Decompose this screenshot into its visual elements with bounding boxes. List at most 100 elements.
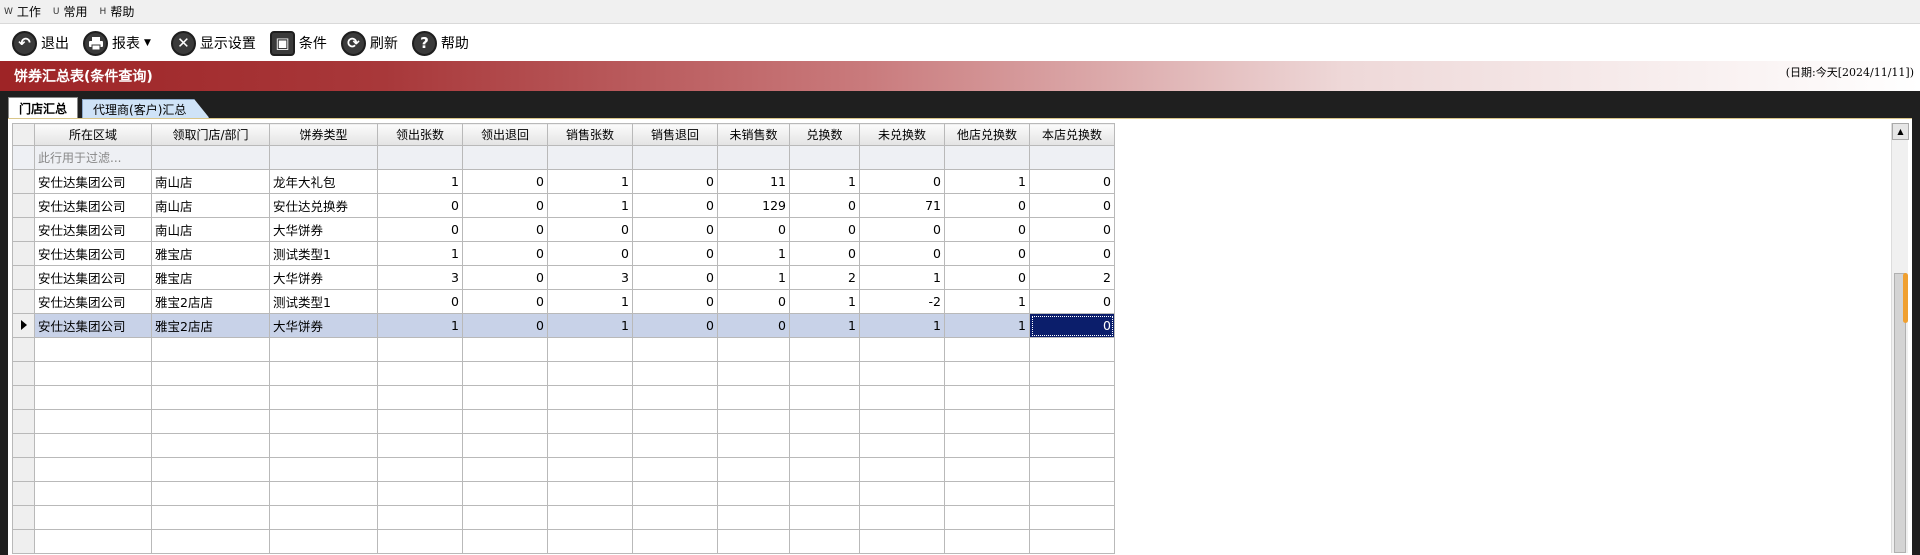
table-cell[interactable]: 0 (462, 289, 548, 314)
column-header[interactable]: 他店兑换数 (944, 123, 1030, 146)
row-header[interactable] (12, 169, 35, 194)
table-cell[interactable]: 2 (789, 265, 860, 290)
tab-store-summary[interactable]: 门店汇总 (8, 97, 79, 118)
table-cell[interactable]: 1 (859, 265, 945, 290)
table-cell[interactable]: 大华饼券 (269, 313, 378, 338)
table-cell[interactable]: 1 (859, 313, 945, 338)
table-row[interactable]: 安仕达集团公司 雅宝店 大华饼券 3 0 3 0 1 2 1 0 2 (12, 265, 1115, 290)
table-cell[interactable]: 南山店 (151, 217, 270, 242)
table-row[interactable]: 安仕达集团公司 南山店 安仕达兑换券 0 0 1 0 129 0 71 0 0 (12, 193, 1115, 218)
table-cell[interactable]: 0 (547, 241, 633, 266)
table-cell[interactable]: 0 (789, 241, 860, 266)
filter-input[interactable] (789, 145, 860, 170)
column-header[interactable]: 销售张数 (547, 123, 633, 146)
table-cell[interactable]: 0 (462, 313, 548, 338)
filter-input[interactable] (547, 145, 633, 170)
table-cell[interactable]: 11 (717, 169, 790, 194)
column-header[interactable]: 未兑换数 (859, 123, 945, 146)
row-header[interactable] (12, 265, 35, 290)
filter-input[interactable] (717, 145, 790, 170)
table-cell[interactable]: 1 (717, 241, 790, 266)
table-cell[interactable]: 0 (632, 265, 718, 290)
table-cell[interactable]: 安仕达集团公司 (34, 289, 152, 314)
table-cell[interactable]: 1 (789, 289, 860, 314)
menu-common[interactable]: U 常用 (53, 3, 88, 20)
table-cell[interactable]: 0 (717, 313, 790, 338)
table-cell[interactable]: 南山店 (151, 193, 270, 218)
column-header[interactable]: 领出张数 (377, 123, 463, 146)
table-cell[interactable]: 0 (547, 217, 633, 242)
table-cell[interactable]: 0 (1029, 193, 1115, 218)
refresh-button[interactable]: ⟳ 刷新 (340, 28, 398, 58)
report-button[interactable]: 报表 ▼ (83, 28, 157, 58)
table-row[interactable]: 安仕达集团公司 雅宝2店店 测试类型1 0 0 1 0 0 1 -2 1 0 (12, 289, 1115, 314)
help-button[interactable]: ? 帮助 (411, 28, 469, 58)
row-header[interactable] (12, 217, 35, 242)
table-cell[interactable]: 0 (1029, 241, 1115, 266)
column-header[interactable]: 饼券类型 (269, 123, 378, 146)
table-cell[interactable]: 雅宝2店店 (151, 313, 270, 338)
table-cell[interactable]: 0 (944, 193, 1030, 218)
table-cell[interactable]: 南山店 (151, 169, 270, 194)
column-header[interactable]: 本店兑换数 (1029, 123, 1115, 146)
table-cell[interactable]: 0 (632, 289, 718, 314)
table-cell[interactable]: 3 (547, 265, 633, 290)
table-cell[interactable]: 0 (859, 217, 945, 242)
table-cell[interactable]: 0 (462, 169, 548, 194)
table-cell[interactable]: 1 (944, 169, 1030, 194)
table-cell[interactable]: 1 (547, 289, 633, 314)
column-header[interactable]: 兑换数 (789, 123, 860, 146)
filter-input[interactable] (151, 145, 270, 170)
filter-input[interactable] (462, 145, 548, 170)
menu-help[interactable]: H 帮助 (100, 3, 135, 20)
table-cell[interactable]: 1 (377, 169, 463, 194)
column-header[interactable]: 销售退回 (632, 123, 718, 146)
table-cell[interactable]: -2 (859, 289, 945, 314)
table-cell[interactable]: 0 (944, 241, 1030, 266)
table-cell[interactable]: 0 (632, 217, 718, 242)
table-cell[interactable]: 0 (944, 265, 1030, 290)
table-cell[interactable]: 0 (632, 193, 718, 218)
table-cell[interactable]: 0 (1029, 217, 1115, 242)
scroll-up-icon[interactable]: ▲ (1892, 123, 1909, 140)
table-cell[interactable]: 0 (944, 217, 1030, 242)
column-header[interactable]: 领出退回 (462, 123, 548, 146)
table-row[interactable]: 安仕达集团公司 南山店 大华饼券 0 0 0 0 0 0 0 0 0 (12, 217, 1115, 242)
table-cell[interactable]: 0 (377, 193, 463, 218)
table-cell[interactable]: 0 (789, 217, 860, 242)
chevron-down-icon[interactable]: ▼ (144, 38, 151, 48)
table-cell[interactable]: 测试类型1 (269, 289, 378, 314)
filter-input[interactable] (632, 145, 718, 170)
conditions-button[interactable]: ▣ 条件 (269, 28, 327, 58)
table-cell[interactable]: 1 (944, 289, 1030, 314)
table-cell[interactable]: 3 (377, 265, 463, 290)
table-cell[interactable]: 龙年大礼包 (269, 169, 378, 194)
filter-input[interactable] (944, 145, 1030, 170)
filter-input[interactable]: 此行用于过滤... (34, 145, 152, 170)
table-row[interactable]: 安仕达集团公司 雅宝店 测试类型1 1 0 0 0 1 0 0 0 0 (12, 241, 1115, 266)
table-cell[interactable]: 1 (377, 241, 463, 266)
table-cell[interactable]: 0 (1029, 289, 1115, 314)
table-cell[interactable]: 0 (717, 217, 790, 242)
filter-input[interactable] (377, 145, 463, 170)
table-cell[interactable]: 大华饼券 (269, 217, 378, 242)
column-header[interactable]: 未销售数 (717, 123, 790, 146)
table-cell[interactable]: 71 (859, 193, 945, 218)
filter-input[interactable] (1029, 145, 1115, 170)
table-cell[interactable]: 1 (547, 193, 633, 218)
table-cell[interactable]: 雅宝2店店 (151, 289, 270, 314)
table-cell[interactable]: 0 (632, 241, 718, 266)
row-header[interactable] (12, 289, 35, 314)
row-header[interactable] (12, 241, 35, 266)
table-cell[interactable]: 大华饼券 (269, 265, 378, 290)
table-row[interactable]: 安仕达集团公司 雅宝2店店 大华饼券 1 0 1 0 0 1 1 1 0 (12, 313, 1115, 338)
table-cell[interactable]: 安仕达集团公司 (34, 217, 152, 242)
table-cell[interactable]: 测试类型1 (269, 241, 378, 266)
table-cell[interactable]: 1 (789, 169, 860, 194)
column-header[interactable]: 领取门店/部门 (151, 123, 270, 146)
table-cell[interactable]: 安仕达集团公司 (34, 265, 152, 290)
vertical-scrollbar[interactable]: ▲ (1891, 123, 1909, 553)
column-header[interactable]: 所在区域 (34, 123, 152, 146)
table-cell[interactable]: 安仕达集团公司 (34, 193, 152, 218)
table-row[interactable]: 安仕达集团公司 南山店 龙年大礼包 1 0 1 0 11 1 0 1 0 (12, 169, 1115, 194)
